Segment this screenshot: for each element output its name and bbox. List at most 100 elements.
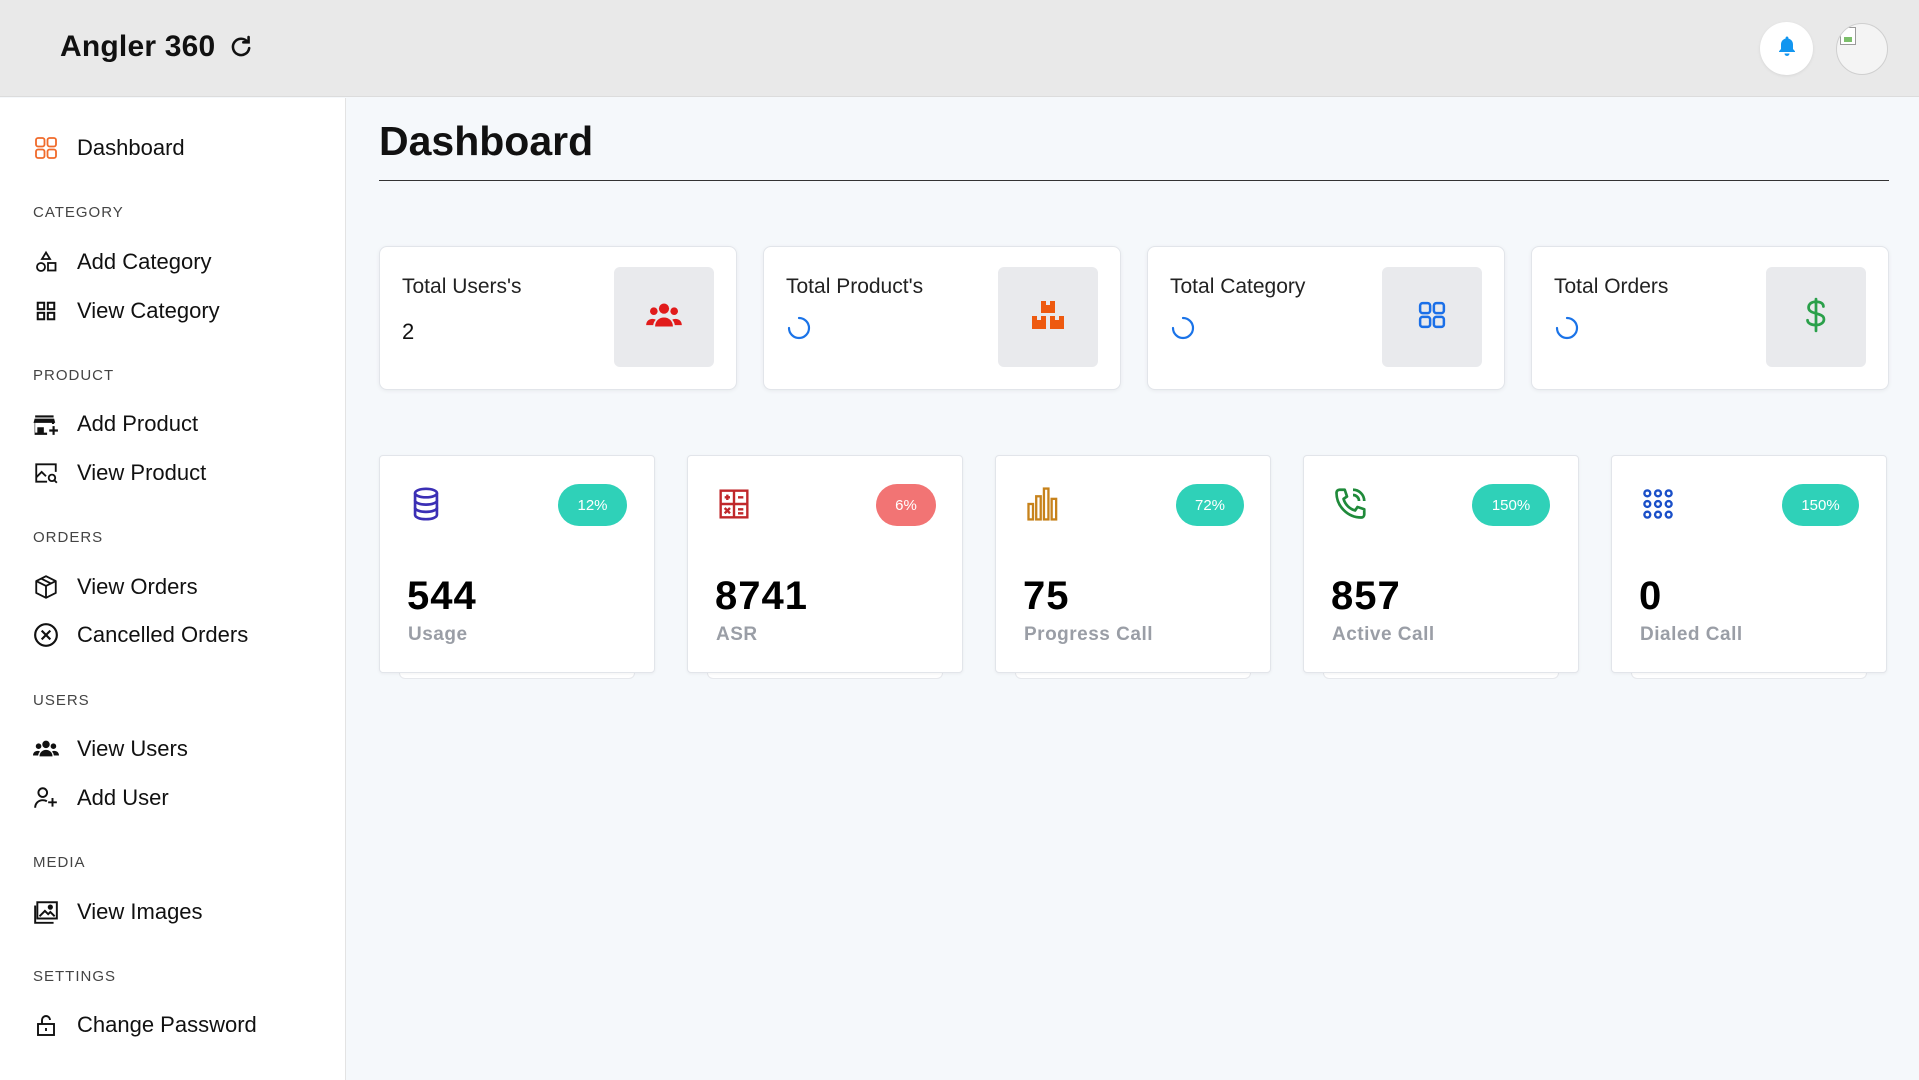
metric-caption: Dialed Call bbox=[1640, 624, 1743, 645]
cancel-circle-icon bbox=[33, 622, 59, 648]
sidebar-item-label: View Images bbox=[77, 899, 203, 924]
section-users: USERS bbox=[33, 692, 90, 709]
metric-card: 12% 544 Usage bbox=[379, 455, 655, 673]
metric-card: 6% 8741 ASR bbox=[687, 455, 963, 673]
sidebar-item-label: View Orders bbox=[77, 574, 198, 599]
loading-spinner-icon bbox=[1170, 315, 1196, 341]
user-avatar[interactable] bbox=[1836, 23, 1888, 75]
percent-badge: 150% bbox=[1472, 484, 1550, 526]
section-orders: ORDERS bbox=[33, 529, 104, 546]
stat-label: Total Users's bbox=[402, 275, 522, 298]
dollar-icon bbox=[1803, 297, 1829, 338]
stat-card-total-products: Total Product's bbox=[763, 246, 1121, 390]
sidebar-item-cancelled-orders[interactable]: Cancelled Orders bbox=[33, 618, 248, 652]
brand-name: Angler 360 bbox=[60, 30, 216, 63]
images-icon bbox=[33, 899, 59, 925]
title-divider bbox=[379, 180, 1889, 181]
sidebar-item-add-category[interactable]: Add Category bbox=[33, 245, 212, 279]
metric-caption: ASR bbox=[716, 624, 758, 645]
stat-icon-box bbox=[614, 267, 714, 367]
stat-card-total-orders: Total Orders bbox=[1531, 246, 1889, 390]
percent-badge: 12% bbox=[558, 484, 627, 526]
page-title: Dashboard bbox=[379, 118, 594, 164]
add-user-icon bbox=[33, 785, 59, 811]
stat-card-total-users: Total Users's 2 bbox=[379, 246, 737, 390]
bar-chart-icon bbox=[1024, 486, 1060, 522]
sidebar-item-label: View Product bbox=[77, 460, 207, 485]
phone-icon bbox=[1332, 486, 1368, 522]
users-icon bbox=[646, 301, 682, 334]
metric-caption: Progress Call bbox=[1024, 624, 1153, 645]
sidebar-item-label: View Category bbox=[77, 298, 220, 323]
sidebar-item-label: Add User bbox=[77, 785, 169, 810]
metric-card-active-call: 150% 857 Active Call bbox=[1303, 455, 1579, 685]
section-category: CATEGORY bbox=[33, 204, 124, 221]
metric-value: 75 bbox=[1023, 574, 1070, 618]
percent-badge: 72% bbox=[1176, 484, 1244, 526]
top-header: Angler 360 bbox=[0, 0, 1919, 97]
grid-icon bbox=[1417, 300, 1447, 335]
sidebar: Dashboard CATEGORY Add Category View Cat… bbox=[0, 98, 346, 1080]
calculator-icon bbox=[716, 486, 752, 522]
sidebar-item-label: Add Product bbox=[77, 411, 199, 436]
stat-value: 2 bbox=[402, 319, 415, 344]
metric-value: 857 bbox=[1331, 574, 1401, 618]
metric-value: 8741 bbox=[715, 574, 808, 618]
lock-icon bbox=[33, 1012, 59, 1038]
store-add-icon bbox=[33, 411, 59, 437]
dialpad-icon bbox=[1640, 486, 1676, 522]
sidebar-item-view-users[interactable]: View Users bbox=[33, 732, 188, 766]
percent-badge: 150% bbox=[1782, 484, 1859, 526]
grid-icon bbox=[33, 298, 59, 324]
sidebar-item-label: Add Category bbox=[77, 249, 212, 274]
stat-icon-box bbox=[1382, 267, 1482, 367]
sidebar-item-view-product[interactable]: View Product bbox=[33, 456, 206, 490]
broken-image-icon bbox=[1840, 27, 1856, 45]
sidebar-item-change-password[interactable]: Change Password bbox=[33, 1008, 257, 1042]
boxes-icon bbox=[1030, 299, 1066, 336]
sidebar-item-view-category[interactable]: View Category bbox=[33, 294, 220, 328]
sidebar-item-add-user[interactable]: Add User bbox=[33, 781, 169, 815]
image-search-icon bbox=[33, 460, 59, 486]
shapes-icon bbox=[33, 249, 59, 275]
sidebar-item-add-product[interactable]: Add Product bbox=[33, 407, 198, 441]
metric-card-asr: 6% 8741 ASR bbox=[687, 455, 963, 685]
database-icon bbox=[408, 486, 444, 522]
stat-label: Total Orders bbox=[1554, 275, 1669, 298]
metric-card-progress-call: 72% 75 Progress Call bbox=[995, 455, 1271, 685]
section-settings: SETTINGS bbox=[33, 968, 117, 985]
stat-label: Total Product's bbox=[786, 275, 924, 298]
metric-card: 150% 0 Dialed Call bbox=[1611, 455, 1887, 673]
notification-bell-button[interactable] bbox=[1760, 22, 1813, 75]
sidebar-item-label: Change Password bbox=[77, 1012, 257, 1037]
loading-spinner-icon bbox=[786, 315, 812, 341]
loading-spinner-icon bbox=[1554, 315, 1580, 341]
dashboard-grid-icon bbox=[33, 135, 59, 161]
metric-caption: Usage bbox=[408, 624, 468, 645]
stat-icon-box bbox=[1766, 267, 1866, 367]
sidebar-item-label: Cancelled Orders bbox=[77, 622, 249, 647]
metric-card: 150% 857 Active Call bbox=[1303, 455, 1579, 673]
sidebar-item-view-images[interactable]: View Images bbox=[33, 895, 203, 929]
refresh-icon[interactable] bbox=[227, 33, 255, 61]
percent-badge: 6% bbox=[876, 484, 936, 526]
metric-card-dialed-call: 150% 0 Dialed Call bbox=[1611, 455, 1887, 685]
metric-card-usage: 12% 544 Usage bbox=[379, 455, 655, 685]
section-product: PRODUCT bbox=[33, 367, 115, 384]
stat-icon-box bbox=[998, 267, 1098, 367]
section-media: MEDIA bbox=[33, 854, 86, 871]
sidebar-item-label: View Users bbox=[77, 736, 188, 761]
metric-caption: Active Call bbox=[1332, 624, 1435, 645]
brand[interactable]: Angler 360 bbox=[60, 30, 255, 64]
box-icon bbox=[33, 574, 59, 600]
metric-value: 544 bbox=[407, 574, 477, 618]
stat-card-total-category: Total Category bbox=[1147, 246, 1505, 390]
users-icon bbox=[33, 736, 59, 762]
sidebar-item-view-orders[interactable]: View Orders bbox=[33, 570, 198, 604]
metric-value: 0 bbox=[1639, 574, 1663, 618]
metric-card: 72% 75 Progress Call bbox=[995, 455, 1271, 673]
stat-label: Total Category bbox=[1170, 275, 1306, 298]
bell-icon bbox=[1775, 34, 1799, 63]
sidebar-item-dashboard[interactable]: Dashboard bbox=[33, 131, 185, 165]
sidebar-item-label: Dashboard bbox=[77, 135, 185, 160]
